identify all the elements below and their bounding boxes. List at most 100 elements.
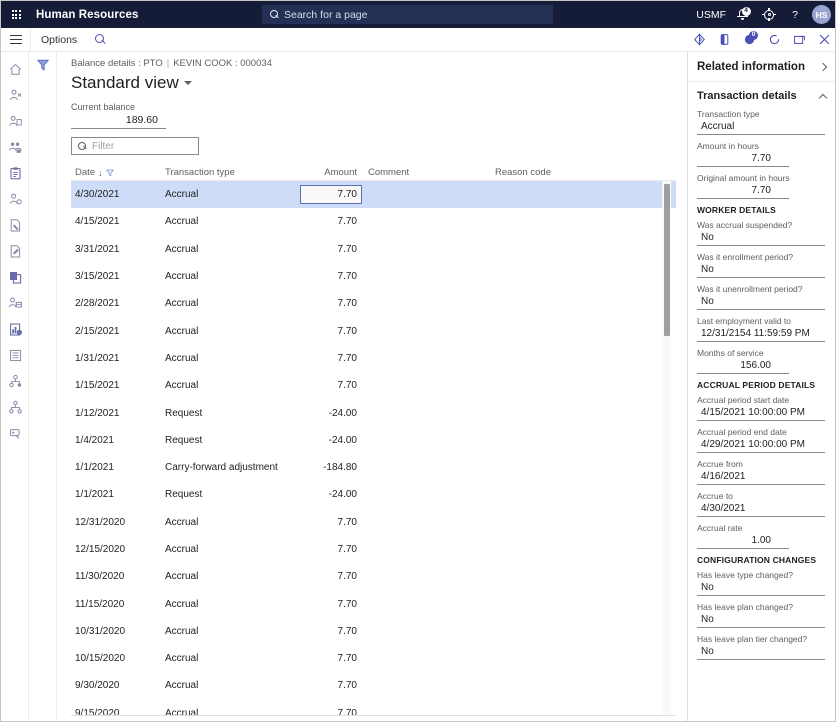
- detail-field-value[interactable]: 7.70: [697, 184, 789, 199]
- cell-amount[interactable]: 7.70: [297, 271, 362, 282]
- sidebar-item-teams[interactable]: [1, 134, 29, 160]
- cell-transaction-type[interactable]: Accrual: [165, 326, 297, 337]
- detail-field-value[interactable]: No: [697, 581, 825, 596]
- cell-date[interactable]: 9/30/2020: [71, 680, 165, 691]
- breadcrumb-worker[interactable]: KEVIN COOK : 000034: [173, 58, 272, 69]
- cell-transaction-type[interactable]: Accrual: [165, 680, 297, 691]
- global-search-input[interactable]: Search for a page: [262, 5, 553, 24]
- cell-date[interactable]: 1/15/2021: [71, 380, 165, 391]
- sidebar-item-clipboard[interactable]: [1, 160, 29, 186]
- table-row[interactable]: 1/31/2021Accrual7.70: [71, 345, 676, 372]
- cell-transaction-type[interactable]: Accrual: [165, 544, 297, 555]
- table-row[interactable]: 9/30/2020Accrual7.70: [71, 672, 676, 699]
- table-row[interactable]: 11/30/2020Accrual7.70: [71, 563, 676, 590]
- close-icon[interactable]: [818, 33, 831, 46]
- cell-transaction-type[interactable]: Accrual: [165, 244, 297, 255]
- sidebar-item-document-edit[interactable]: [1, 212, 29, 238]
- cell-amount[interactable]: -24.00: [297, 408, 362, 419]
- cell-amount[interactable]: 7.70: [297, 298, 362, 309]
- cell-date[interactable]: 2/28/2021: [71, 298, 165, 309]
- cell-date[interactable]: 1/12/2021: [71, 408, 165, 419]
- sidebar-item-home[interactable]: [1, 56, 29, 82]
- sidebar-item-chart-report[interactable]: [1, 316, 29, 342]
- cell-transaction-type[interactable]: Accrual: [165, 298, 297, 309]
- cell-amount[interactable]: 7.70: [297, 326, 362, 337]
- table-row[interactable]: 9/15/2020Accrual7.70: [71, 700, 676, 716]
- transaction-details-section-header[interactable]: Transaction details: [688, 82, 835, 109]
- cell-date[interactable]: 11/15/2020: [71, 599, 165, 610]
- column-header-amount[interactable]: Amount: [297, 167, 362, 180]
- cell-amount[interactable]: 7.70: [297, 216, 362, 227]
- cell-amount[interactable]: -24.00: [297, 489, 362, 500]
- table-row[interactable]: 12/31/2020Accrual7.70: [71, 509, 676, 536]
- breadcrumb-balance-details[interactable]: Balance details : PTO: [71, 58, 163, 69]
- cell-amount[interactable]: -184.80: [297, 462, 362, 473]
- cell-transaction-type[interactable]: Accrual: [165, 599, 297, 610]
- cell-date[interactable]: 1/1/2021: [71, 462, 165, 473]
- cell-transaction-type[interactable]: Request: [165, 435, 297, 446]
- table-row[interactable]: 1/12/2021Request-24.00: [71, 399, 676, 426]
- cell-transaction-type[interactable]: Accrual: [165, 653, 297, 664]
- sidebar-item-org-hierarchy[interactable]: [1, 368, 29, 394]
- cell-transaction-type[interactable]: Request: [165, 408, 297, 419]
- settings-button[interactable]: [756, 1, 782, 28]
- cell-date[interactable]: 11/30/2020: [71, 571, 165, 582]
- column-header-date[interactable]: Date ↓: [71, 167, 165, 180]
- table-row[interactable]: 2/28/2021Accrual7.70: [71, 290, 676, 317]
- chevron-up-icon[interactable]: [819, 93, 827, 101]
- detail-field-value[interactable]: 12/31/2154 11:59:59 PM: [697, 327, 825, 342]
- hamburger-icon[interactable]: [1, 28, 31, 51]
- detail-field-value[interactable]: 4/15/2021 10:00:00 PM: [697, 406, 825, 421]
- detail-field-value[interactable]: No: [697, 263, 825, 278]
- cell-amount[interactable]: 7.70: [297, 544, 362, 555]
- chevron-right-icon[interactable]: [819, 62, 827, 70]
- cell-amount[interactable]: -24.00: [297, 435, 362, 446]
- cell-transaction-type[interactable]: Accrual: [165, 353, 297, 364]
- grid-scrollbar-thumb[interactable]: [664, 184, 670, 336]
- detail-field-value[interactable]: 4/16/2021: [697, 470, 825, 485]
- sidebar-item-org-chart[interactable]: [1, 394, 29, 420]
- cell-amount[interactable]: 7.70: [297, 653, 362, 664]
- cell-date[interactable]: 2/15/2021: [71, 326, 165, 337]
- table-row[interactable]: 1/15/2021Accrual7.70: [71, 372, 676, 399]
- cell-date[interactable]: 10/31/2020: [71, 626, 165, 637]
- cell-transaction-type[interactable]: Accrual: [165, 571, 297, 582]
- cell-date[interactable]: 1/1/2021: [71, 489, 165, 500]
- sidebar-item-document-pen[interactable]: [1, 238, 29, 264]
- cell-amount[interactable]: 7.70: [297, 380, 362, 391]
- open-in-new-window-icon[interactable]: [793, 33, 806, 46]
- cell-date[interactable]: 9/15/2020: [71, 708, 165, 716]
- table-row[interactable]: 10/31/2020Accrual7.70: [71, 618, 676, 645]
- sidebar-item-person-settings[interactable]: [1, 186, 29, 212]
- table-row[interactable]: 3/31/2021Accrual7.70: [71, 236, 676, 263]
- sidebar-item-workers[interactable]: [1, 82, 29, 108]
- table-row[interactable]: 10/15/2020Accrual7.70: [71, 645, 676, 672]
- sidebar-item-list[interactable]: [1, 342, 29, 368]
- table-row[interactable]: 1/1/2021Request-24.00: [71, 481, 676, 508]
- cell-date[interactable]: 12/15/2020: [71, 544, 165, 555]
- cell-date[interactable]: 1/31/2021: [71, 353, 165, 364]
- notifications-icon[interactable]: 0: [743, 33, 756, 46]
- cell-date[interactable]: 3/31/2021: [71, 244, 165, 255]
- personalize-icon[interactable]: [693, 33, 706, 46]
- detail-field-value[interactable]: No: [697, 645, 825, 660]
- detail-field-value[interactable]: 4/30/2021: [697, 502, 825, 517]
- options-button[interactable]: Options: [41, 34, 77, 46]
- table-row[interactable]: 4/15/2021Accrual7.70: [71, 208, 676, 235]
- table-row[interactable]: 1/1/2021Carry-forward adjustment-184.80: [71, 454, 676, 481]
- sidebar-item-tag[interactable]: [1, 420, 29, 446]
- detail-field-value[interactable]: No: [697, 295, 825, 310]
- grid-vertical-scrollbar[interactable]: [662, 181, 671, 716]
- table-row[interactable]: 4/30/2021Accrual7.70: [71, 181, 676, 208]
- cell-date[interactable]: 10/15/2020: [71, 653, 165, 664]
- refresh-icon[interactable]: [768, 33, 781, 46]
- help-button[interactable]: ?: [782, 1, 808, 28]
- related-information-header[interactable]: Related information: [688, 52, 835, 82]
- column-header-comment[interactable]: Comment: [362, 167, 489, 180]
- cell-date[interactable]: 12/31/2020: [71, 517, 165, 528]
- detail-field-value[interactable]: Accrual: [697, 120, 825, 135]
- app-launcher-icon[interactable]: [1, 1, 31, 28]
- table-row[interactable]: 1/4/2021Request-24.00: [71, 427, 676, 454]
- search-icon[interactable]: [95, 34, 106, 45]
- cell-amount[interactable]: 7.70: [297, 353, 362, 364]
